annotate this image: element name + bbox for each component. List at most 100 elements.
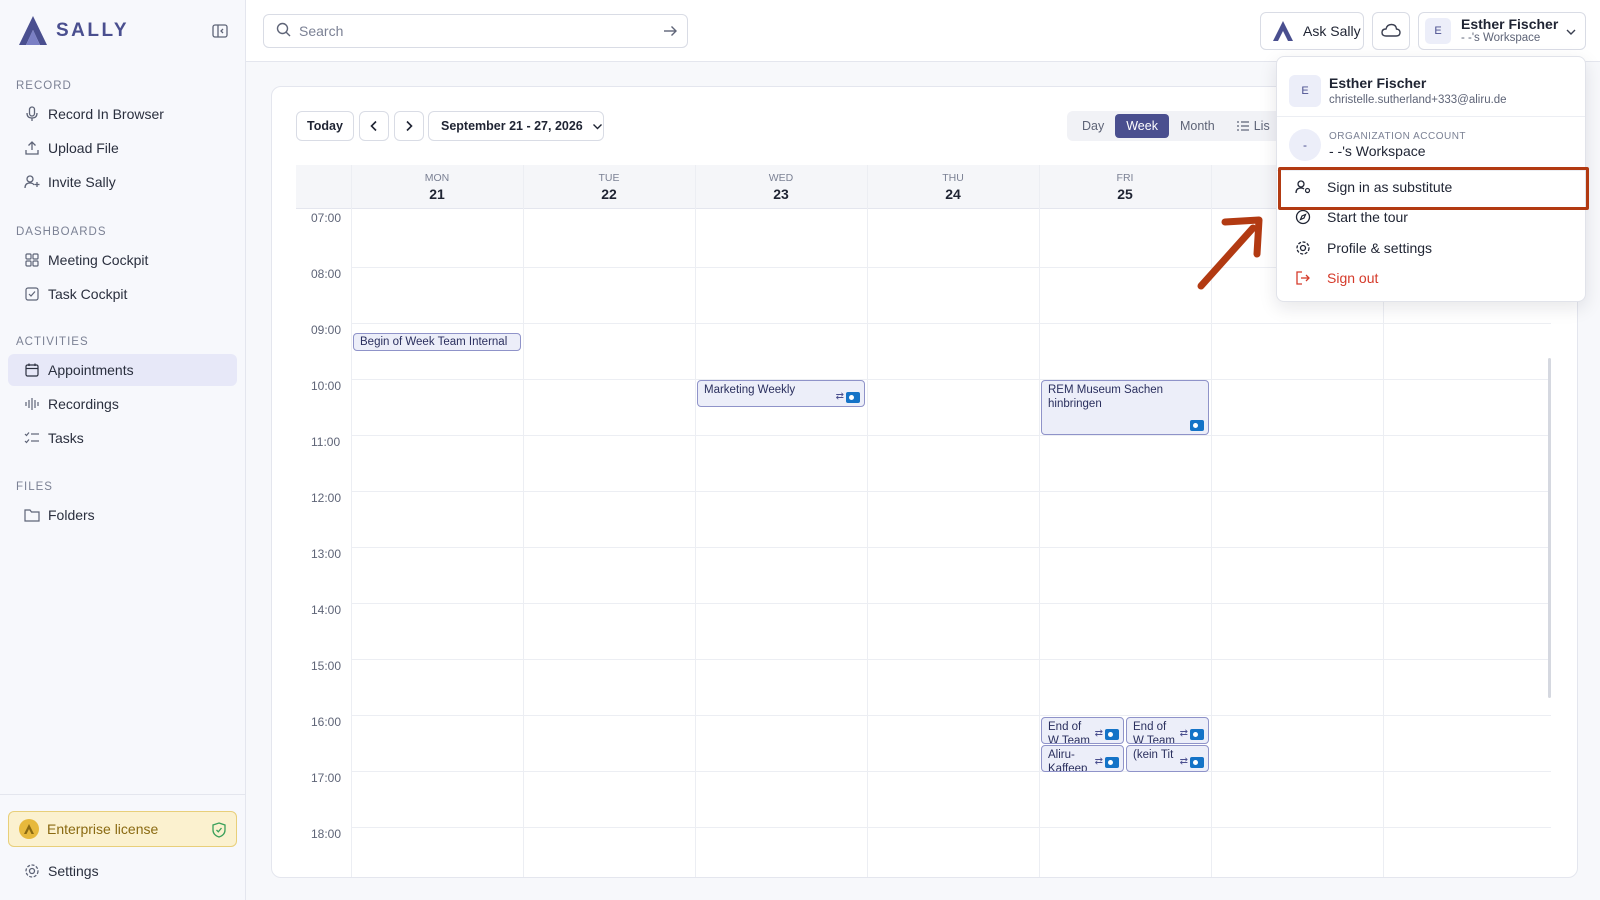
org-avatar: - bbox=[1289, 129, 1321, 161]
sidebar-divider bbox=[0, 794, 246, 795]
avatar: E bbox=[1289, 75, 1321, 107]
day-date: 24 bbox=[945, 186, 961, 202]
sidebar-item-label: Settings bbox=[48, 863, 99, 879]
sidebar-item-appointments[interactable]: Appointments bbox=[8, 354, 237, 386]
hour-line bbox=[351, 491, 1551, 492]
day-header-wed: WED 23 bbox=[695, 165, 867, 209]
hour-line bbox=[351, 379, 1551, 380]
previous-week-button[interactable] bbox=[359, 111, 389, 141]
search-input[interactable] bbox=[299, 23, 639, 39]
sidebar-item-meeting-cockpit[interactable]: Meeting Cockpit bbox=[8, 244, 237, 276]
sidebar: SALLY RECORD Record In Browser Upload Fi… bbox=[0, 0, 246, 900]
sidebar-item-label: Invite Sally bbox=[48, 174, 116, 190]
upload-icon bbox=[24, 140, 40, 156]
event-title: (kein Tit bbox=[1133, 749, 1174, 761]
view-list-button[interactable]: Lis bbox=[1226, 114, 1281, 138]
ask-sally-button[interactable]: Ask Sally bbox=[1260, 12, 1364, 50]
view-week-button[interactable]: Week bbox=[1115, 114, 1169, 138]
collapse-sidebar-icon[interactable] bbox=[210, 22, 230, 40]
event-title: End of W Team bbox=[1133, 721, 1175, 744]
event-begin-of-week[interactable]: Begin of Week Team Internal bbox=[353, 333, 521, 351]
day-header-thu: THU 24 bbox=[867, 165, 1039, 209]
menu-item-profile-settings[interactable]: Profile & settings bbox=[1281, 233, 1581, 263]
chevron-left-icon bbox=[370, 120, 377, 132]
outlook-icon bbox=[846, 391, 860, 403]
chevron-down-icon bbox=[592, 123, 602, 129]
event-aliru-kaffeepause[interactable]: Aliru-Kaffeep ⇄ bbox=[1041, 745, 1124, 772]
event-title: Begin of Week Team Internal bbox=[360, 336, 508, 348]
checklist-icon bbox=[24, 430, 40, 446]
repeat-icon: ⇄ bbox=[1179, 728, 1188, 739]
hour-line bbox=[351, 715, 1551, 716]
day-name: TUE bbox=[598, 172, 620, 184]
sidebar-item-recordings[interactable]: Recordings bbox=[8, 388, 237, 420]
sidebar-item-tasks[interactable]: Tasks bbox=[8, 422, 237, 454]
user-name: Esther Fischer bbox=[1461, 15, 1559, 32]
gear-icon bbox=[1295, 240, 1311, 256]
week-grid[interactable]: 07:00 08:00 09:00 10:00 11:00 12:00 13:0… bbox=[296, 165, 1551, 877]
event-title: Marketing Weekly bbox=[704, 384, 796, 396]
sidebar-item-record-in-browser[interactable]: Record In Browser bbox=[8, 98, 237, 130]
menu-item-label: Sign out bbox=[1327, 270, 1379, 286]
calendar-icon bbox=[24, 362, 40, 378]
sidebar-item-invite-sally[interactable]: Invite Sally bbox=[8, 166, 237, 198]
dropdown-organization-account[interactable]: - ORGANIZATION ACCOUNT - -'s Workspace bbox=[1289, 125, 1575, 165]
sally-logo-icon bbox=[19, 16, 47, 45]
event-end-of-week-1[interactable]: End of W Team ⇄ bbox=[1041, 717, 1124, 744]
day-name: THU bbox=[942, 172, 964, 184]
outlook-icon bbox=[1190, 420, 1204, 431]
event-kein-titel[interactable]: (kein Tit ⇄ bbox=[1126, 745, 1209, 772]
sidebar-item-task-cockpit[interactable]: Task Cockpit bbox=[8, 278, 237, 310]
sign-out-icon bbox=[1295, 270, 1311, 286]
view-switcher: Day Week Month Lis bbox=[1067, 111, 1297, 141]
microphone-icon bbox=[24, 106, 40, 122]
hour-label: 09:00 bbox=[311, 323, 342, 337]
day-date: 21 bbox=[429, 186, 445, 202]
today-button[interactable]: Today bbox=[296, 111, 354, 141]
hour-label: 14:00 bbox=[311, 603, 342, 617]
menu-item-label: Profile & settings bbox=[1327, 240, 1433, 256]
section-label-dashboards: DASHBOARDS bbox=[16, 226, 107, 238]
next-week-button[interactable] bbox=[394, 111, 424, 141]
event-end-of-week-2[interactable]: End of W Team ⇄ bbox=[1126, 717, 1209, 744]
day-date: 23 bbox=[773, 186, 789, 202]
enterprise-license-badge[interactable]: Enterprise license bbox=[8, 811, 237, 847]
date-range-picker[interactable]: September 21 - 27, 2026 bbox=[428, 111, 604, 141]
hour-label: 17:00 bbox=[311, 771, 342, 785]
ask-sally-label: Ask Sally bbox=[1303, 23, 1361, 39]
workspace-name: - -'s Workspace bbox=[1461, 32, 1541, 45]
day-name: MON bbox=[424, 172, 450, 184]
annotation-arrow-icon bbox=[1197, 216, 1263, 290]
sidebar-item-folders[interactable]: Folders bbox=[8, 499, 237, 531]
topbar: Ask Sally E Esther Fischer - -'s Workspa… bbox=[246, 0, 1600, 62]
repeat-icon: ⇄ bbox=[1094, 756, 1103, 767]
dropdown-user-info: E Esther Fischer christelle.sutherland+3… bbox=[1289, 71, 1575, 111]
outlook-icon bbox=[1105, 756, 1119, 768]
sidebar-item-settings[interactable]: Settings bbox=[8, 855, 237, 887]
event-rem-museum[interactable]: REM Museum Sachen hinbringen bbox=[1041, 380, 1209, 435]
outlook-icon bbox=[1190, 756, 1204, 768]
event-marketing-weekly[interactable]: Marketing Weekly ⇄ bbox=[697, 380, 865, 407]
cloud-button[interactable] bbox=[1372, 12, 1410, 50]
view-day-button[interactable]: Day bbox=[1071, 114, 1115, 138]
view-month-button[interactable]: Month bbox=[1169, 114, 1226, 138]
dropdown-user-email: christelle.sutherland+333@aliru.de bbox=[1329, 93, 1507, 106]
hour-label: 08:00 bbox=[311, 267, 342, 281]
calendar-scrollbar[interactable] bbox=[1548, 358, 1551, 698]
outlook-icon bbox=[1105, 728, 1119, 740]
sidebar-item-label: Upload File bbox=[48, 140, 119, 156]
cloud-icon bbox=[1381, 23, 1401, 40]
sidebar-item-label: Record In Browser bbox=[48, 106, 164, 122]
search-bar[interactable] bbox=[263, 14, 688, 48]
hour-line bbox=[351, 659, 1551, 660]
user-plus-icon bbox=[24, 174, 40, 190]
logo[interactable]: SALLY bbox=[16, 14, 230, 48]
day-date: 25 bbox=[1117, 186, 1133, 202]
day-name: FRI bbox=[1116, 172, 1134, 184]
sidebar-item-upload-file[interactable]: Upload File bbox=[8, 132, 237, 164]
search-icon bbox=[276, 22, 291, 40]
hour-label: 18:00 bbox=[311, 827, 342, 841]
user-menu-button[interactable]: E Esther Fischer - -'s Workspace bbox=[1418, 12, 1586, 50]
menu-item-sign-out[interactable]: Sign out bbox=[1281, 263, 1581, 293]
arrow-right-icon[interactable] bbox=[663, 24, 677, 41]
